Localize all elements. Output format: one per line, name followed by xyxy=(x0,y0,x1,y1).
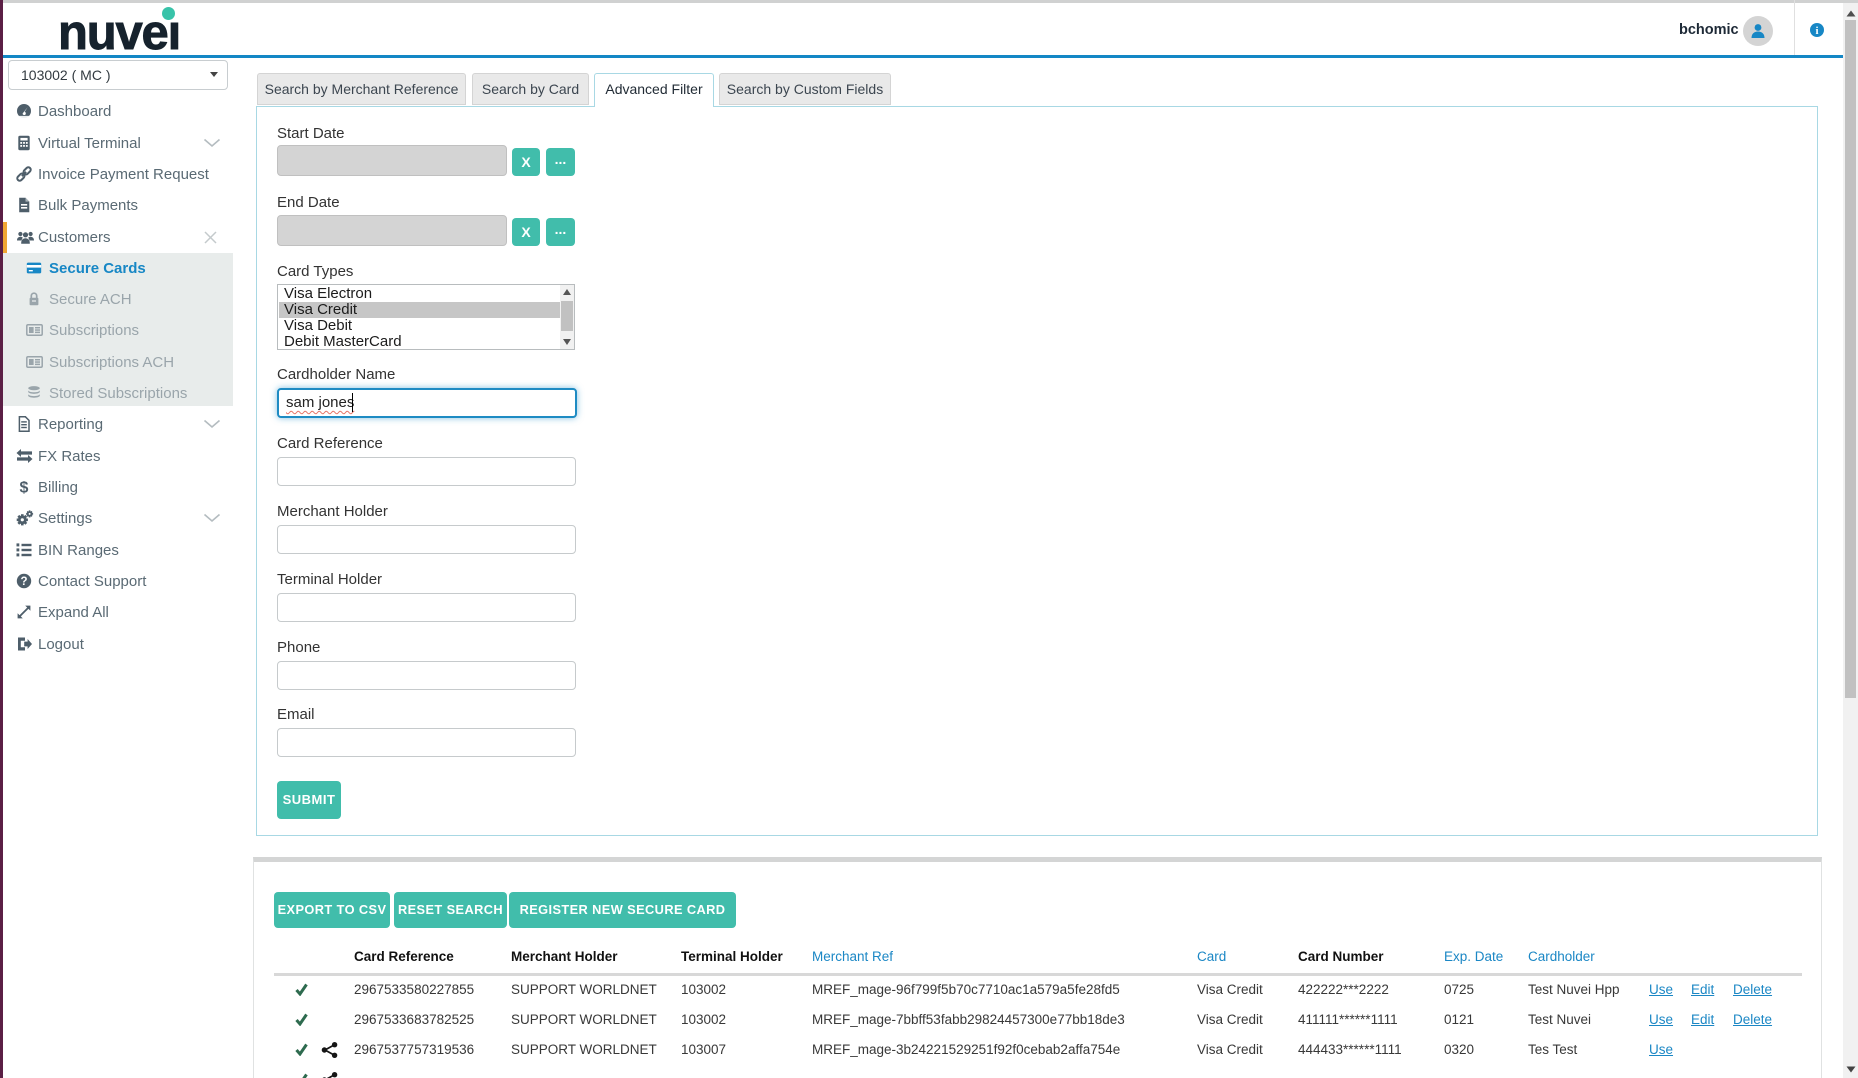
svg-text:$: $ xyxy=(20,480,29,496)
svg-text:i: i xyxy=(1815,25,1818,37)
svg-text:?: ? xyxy=(20,576,27,588)
